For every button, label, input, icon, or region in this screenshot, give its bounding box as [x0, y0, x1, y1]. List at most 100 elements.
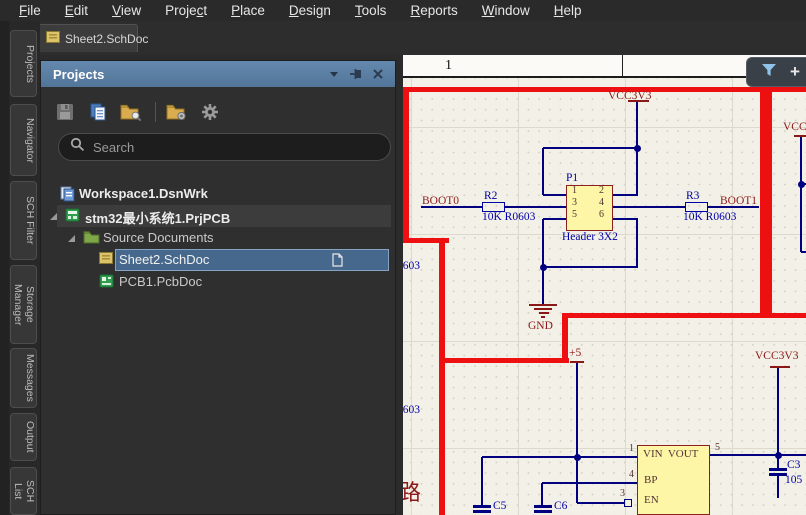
net-label[interactable]: GND	[528, 320, 553, 332]
panel-tab-projects[interactable]: Projects	[10, 30, 37, 97]
sheet-boundary-line[interactable]	[439, 358, 569, 363]
panel-tab-messages[interactable]: Messages	[10, 348, 37, 408]
schematic-wire[interactable]	[482, 456, 637, 458]
net-label[interactable]: VCC3	[783, 121, 806, 133]
junction-dot	[573, 453, 581, 461]
schematic-wire[interactable]	[636, 219, 638, 267]
capacitor-plate-C6[interactable]	[534, 510, 552, 513]
power-port-bar[interactable]	[570, 361, 584, 363]
menu-item-design[interactable]: Design	[278, 2, 342, 20]
tab-sheet2-schdoc[interactable]: Sheet2.SchDoc	[38, 24, 148, 52]
schematic-wire[interactable]	[481, 457, 483, 505]
net-label[interactable]: BOOT1	[720, 195, 757, 207]
schematic-editor[interactable]: 1 + VCC3V3 VCC3 BOOT0 BOOT1 GND +5 VCC3V3 路 P1 He…	[403, 55, 806, 515]
project-options-icon[interactable]	[166, 101, 188, 123]
schematic-wire[interactable]	[777, 476, 779, 498]
menu-item-reports[interactable]: Reports	[399, 2, 468, 20]
schematic-wire[interactable]	[543, 194, 567, 196]
panel-pin-icon[interactable]	[347, 66, 365, 82]
net-label[interactable]: VCC3V3	[608, 90, 651, 102]
ground-symbol-bar[interactable]	[529, 304, 557, 306]
panel-dropdown-icon[interactable]	[325, 66, 343, 82]
menu-item-view[interactable]: View	[101, 2, 152, 20]
net-label[interactable]: +5	[569, 347, 581, 359]
tree-item-pcb1-pcbdoc[interactable]: PCB1.PcbDoc	[41, 271, 395, 293]
designator-label[interactable]: 10K R0603	[683, 211, 736, 223]
panel-tab-navigator[interactable]: Navigator	[10, 104, 37, 176]
designator-label[interactable]: C3	[787, 459, 800, 471]
panel-close-icon[interactable]	[369, 66, 387, 82]
tree-item-stm32最小系统1-prjpcb[interactable]: stm32最小系统1.PrjPCB	[41, 205, 395, 227]
toolbar-separator	[155, 102, 156, 122]
tree-item-sheet2-schdoc[interactable]: Sheet2.SchDoc	[41, 249, 395, 271]
schematic-wire[interactable]	[541, 483, 543, 505]
net-label[interactable]: 路	[403, 481, 421, 504]
capacitor-plate-C5[interactable]	[473, 505, 491, 508]
schematic-wire[interactable]	[505, 206, 567, 208]
open-project-icon[interactable]	[120, 101, 142, 123]
save-icon[interactable]	[54, 101, 76, 123]
schematic-wire[interactable]	[800, 137, 802, 252]
add-button[interactable]: +	[790, 62, 800, 82]
menu-item-edit[interactable]: Edit	[54, 2, 99, 20]
menu-item-project[interactable]: Project	[154, 2, 218, 20]
settings-gear-icon[interactable]	[199, 101, 221, 123]
sheet-boundary-line[interactable]	[403, 87, 760, 92]
designator-label[interactable]: C5	[493, 500, 506, 512]
schematic-sheet[interactable]	[403, 78, 806, 515]
schematic-wire[interactable]	[543, 266, 638, 268]
menu-item-help[interactable]: Help	[543, 2, 593, 20]
schematic-wire[interactable]	[613, 194, 638, 196]
schematic-wire[interactable]	[577, 502, 624, 504]
designator-label[interactable]: P1	[566, 172, 578, 184]
tree-item-workspace1-dsnwrk[interactable]: Workspace1.DsnWrk	[41, 183, 395, 205]
designator-label[interactable]: Header 3X2	[562, 231, 618, 243]
ground-symbol-bar[interactable]	[539, 312, 549, 314]
copy-documents-icon[interactable]	[87, 101, 109, 123]
sheet-boundary-line[interactable]	[439, 238, 445, 515]
panel-tab-sch-filter[interactable]: SCH Filter	[10, 181, 37, 260]
expand-arrow-icon[interactable]	[68, 235, 75, 242]
sheet-boundary-line[interactable]	[562, 313, 806, 318]
ground-symbol-bar[interactable]	[541, 316, 545, 318]
tree-item-source-documents[interactable]: Source Documents	[41, 227, 395, 249]
funnel-icon[interactable]	[760, 62, 778, 83]
schematic-wire[interactable]	[613, 206, 685, 208]
menu-item-tools[interactable]: Tools	[344, 2, 398, 20]
designator-label[interactable]: 0603	[403, 404, 420, 416]
net-label[interactable]: BOOT0	[422, 195, 459, 207]
power-port-bar[interactable]	[770, 366, 790, 368]
menu-item-window[interactable]: Window	[471, 2, 541, 20]
ground-symbol-bar[interactable]	[534, 308, 552, 310]
schematic-wire[interactable]	[542, 219, 544, 304]
designator-label[interactable]: 0603	[403, 260, 420, 272]
capacitor-plate-C6[interactable]	[534, 505, 552, 508]
designator-label[interactable]: 10K R0603	[482, 211, 535, 223]
sheet-boundary-line[interactable]	[403, 87, 409, 243]
designator-label[interactable]: R2	[484, 190, 497, 202]
schematic-wire[interactable]	[801, 251, 806, 253]
sheet-boundary-line[interactable]	[772, 87, 806, 92]
capacitor-plate-C5[interactable]	[473, 510, 491, 513]
schematic-wire[interactable]	[543, 147, 638, 149]
schematic-wire[interactable]	[710, 454, 806, 456]
designator-label[interactable]: C6	[554, 500, 567, 512]
schematic-wire[interactable]	[613, 218, 638, 220]
net-label[interactable]: VCC3V3	[755, 350, 798, 362]
panel-tab-storage-manager[interactable]: Storage Manager	[10, 265, 37, 344]
sheet-boundary-line[interactable]	[760, 87, 772, 318]
panel-tab-output[interactable]: Output	[10, 413, 37, 461]
menu-item-file[interactable]: File	[8, 2, 52, 20]
schematic-wire[interactable]	[542, 148, 544, 195]
designator-label[interactable]: 105	[785, 474, 802, 486]
expand-arrow-icon[interactable]	[50, 213, 57, 220]
panel-tab-sch-list[interactable]: SCH List	[10, 467, 37, 515]
schematic-wire[interactable]	[543, 218, 567, 220]
schematic-wire[interactable]	[542, 482, 637, 484]
sheet-boundary-line[interactable]	[562, 313, 568, 363]
menu-item-place[interactable]: Place	[220, 2, 276, 20]
capacitor-plate-C3[interactable]	[769, 468, 787, 471]
search-input[interactable]: Search	[58, 133, 391, 161]
power-port-bar[interactable]	[794, 135, 806, 137]
designator-label[interactable]: R3	[686, 190, 699, 202]
